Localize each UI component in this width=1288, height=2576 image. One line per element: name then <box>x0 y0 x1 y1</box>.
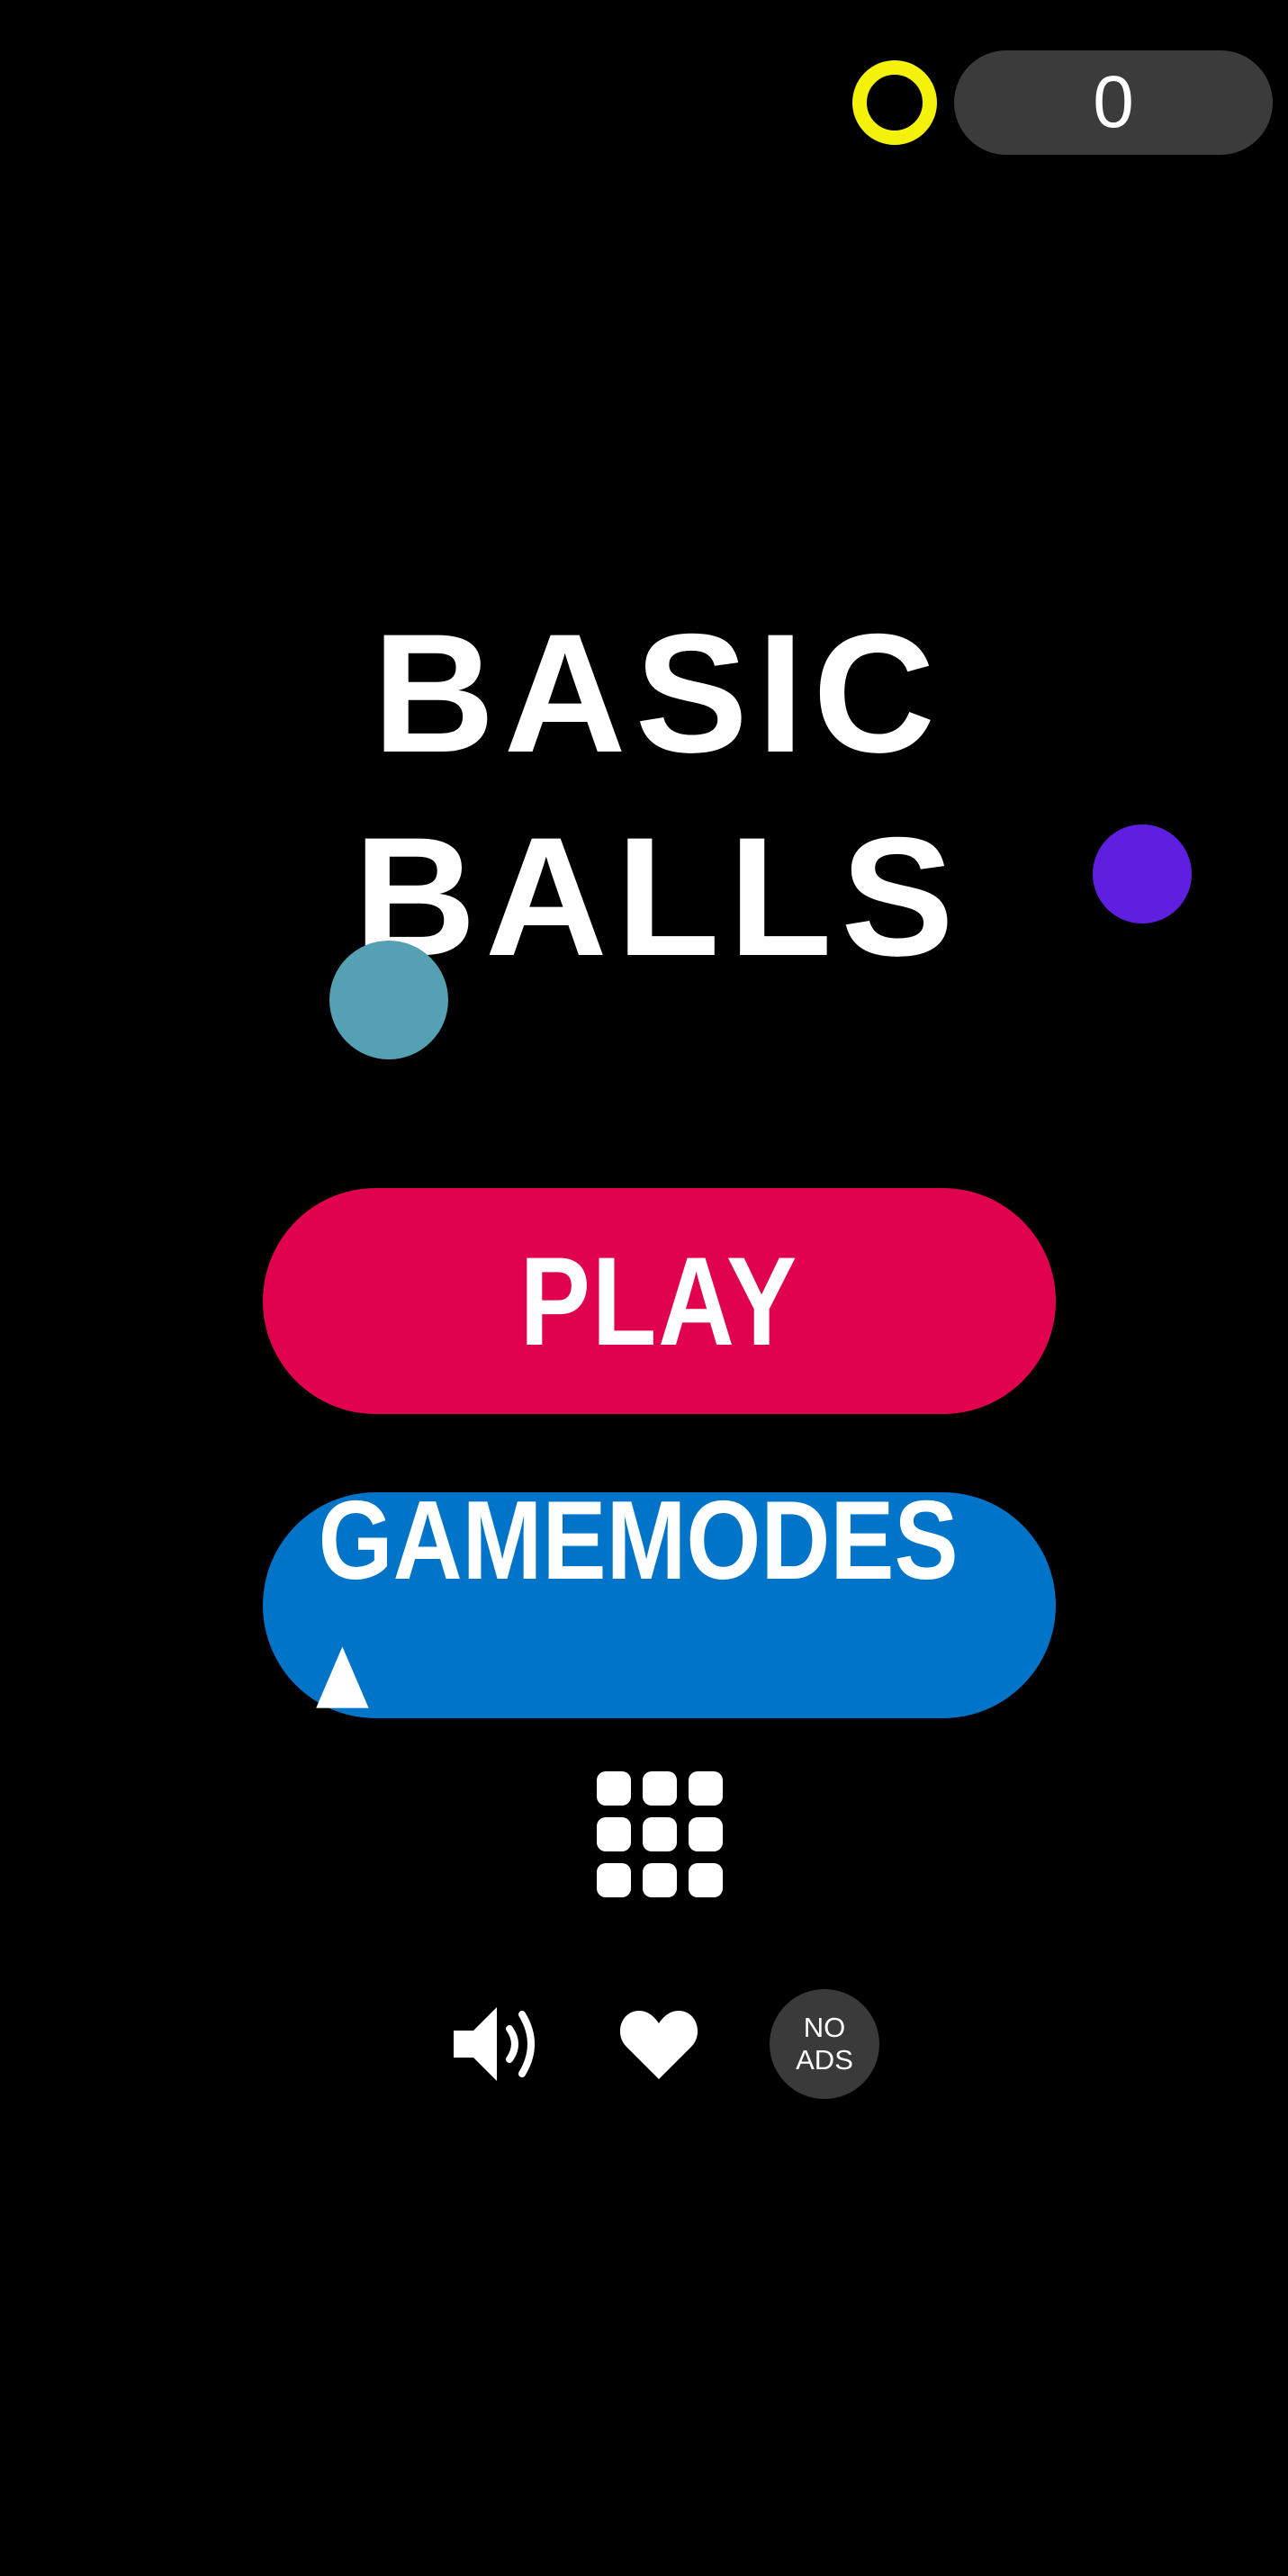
play-button-label: PLAY <box>519 1229 799 1372</box>
score-value: 0 <box>1093 61 1134 143</box>
play-button[interactable]: PLAY <box>263 1188 1056 1414</box>
grid-icon[interactable] <box>597 1771 723 1897</box>
gamemodes-button[interactable]: GAMEMODES ▴ <box>263 1479 1056 1732</box>
score-counter: 0 <box>954 50 1273 155</box>
gamemodes-button-label: GAMEMODES ▴ <box>318 1478 959 1732</box>
no-ads-button[interactable]: NO ADS <box>770 1989 879 2099</box>
speaker-icon[interactable] <box>450 2002 540 2086</box>
title-line-2: BALLS <box>354 802 963 991</box>
decorative-ball-purple <box>1093 824 1192 923</box>
no-ads-label-line-1: NO <box>803 2012 846 2044</box>
decorative-ball-teal <box>329 941 448 1059</box>
coin-ring-icon <box>852 60 937 145</box>
no-ads-label-line-2: ADS <box>796 2044 853 2076</box>
heart-icon[interactable] <box>619 2007 698 2081</box>
title-line-1: BASIC <box>373 599 944 788</box>
